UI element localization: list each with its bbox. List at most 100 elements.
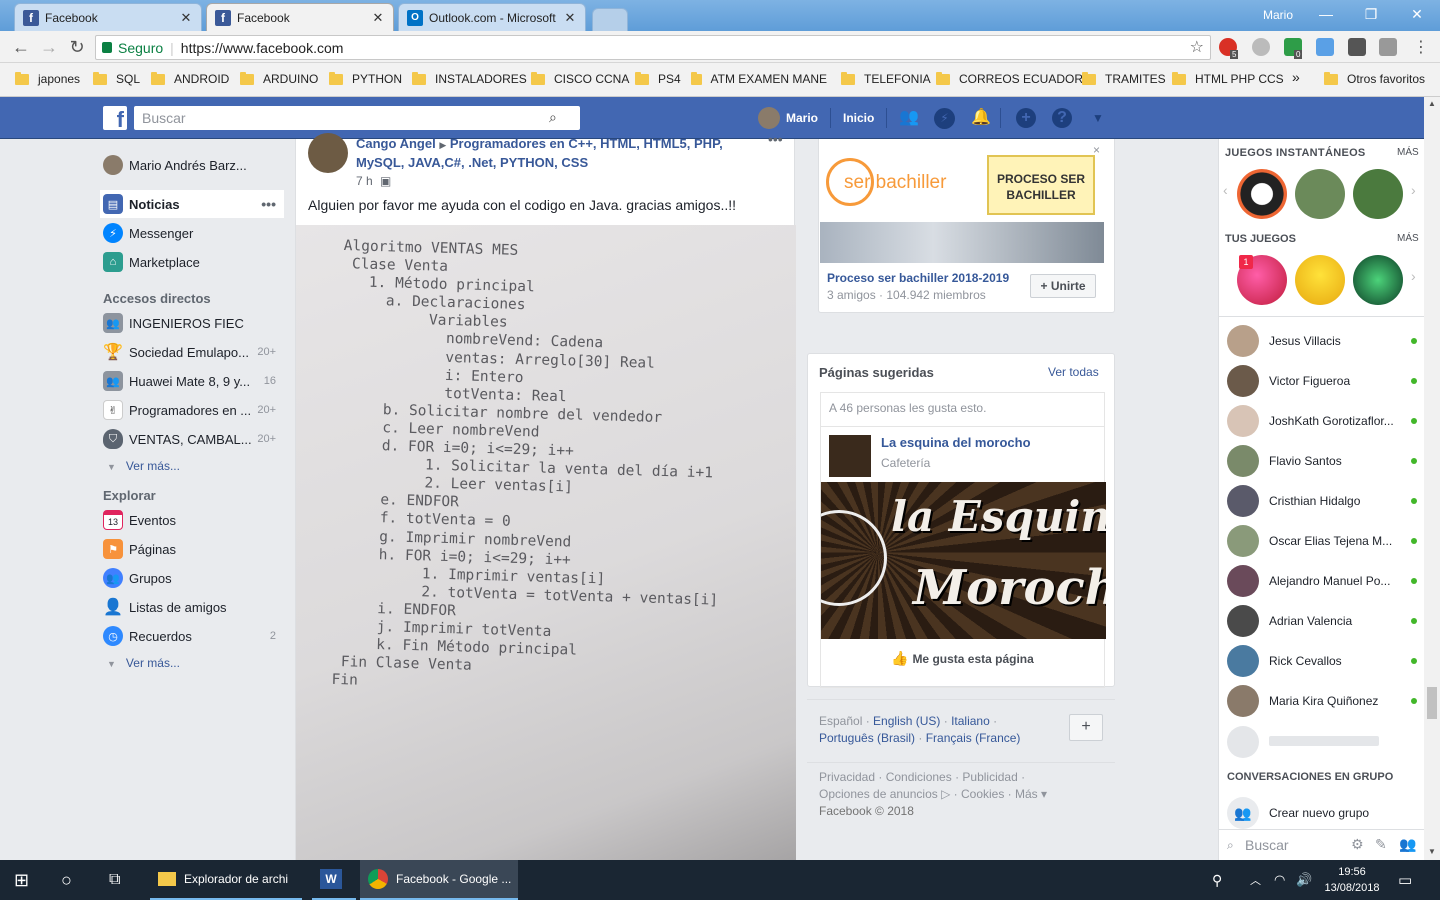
home-link[interactable]: Inicio xyxy=(843,111,874,125)
close-icon[interactable]: ✕ xyxy=(179,10,193,26)
bookmarks-overflow[interactable]: » xyxy=(1292,69,1300,85)
game-thumbnail[interactable] xyxy=(1353,255,1403,305)
extension-icon[interactable] xyxy=(1252,38,1270,56)
chevron-up-icon[interactable]: ︿ xyxy=(1250,860,1261,900)
chevron-left-icon[interactable]: ‹ xyxy=(1223,182,1228,198)
add-language-button[interactable]: + xyxy=(1069,714,1103,741)
chat-contact[interactable]: Adrian Valencia xyxy=(1227,603,1417,639)
avatar[interactable] xyxy=(758,107,780,129)
minimize-icon[interactable]: — xyxy=(1316,6,1336,22)
new-tab-button[interactable] xyxy=(592,8,628,31)
game-thumbnail[interactable] xyxy=(1353,169,1403,219)
scroll-down-icon[interactable]: ▼ xyxy=(1428,847,1436,856)
close-window-icon[interactable]: ✕ xyxy=(1407,6,1427,23)
game-thumbnail[interactable] xyxy=(1295,169,1345,219)
language-link[interactable]: Français (France) xyxy=(926,731,1021,745)
see-all-link[interactable]: Ver todas xyxy=(1048,365,1099,379)
chat-contact[interactable]: Maria Kira Quiñonez xyxy=(1227,683,1417,719)
chevron-right-icon[interactable]: › xyxy=(1411,182,1416,198)
bookmark-folder[interactable]: HTML PHP CCS xyxy=(1172,71,1284,86)
friend-requests-icon[interactable]: 👥 xyxy=(899,108,919,128)
game-thumbnail[interactable] xyxy=(1295,255,1345,305)
post-options-icon[interactable]: ••• xyxy=(768,131,783,147)
extension-icon[interactable] xyxy=(1379,38,1397,56)
close-icon[interactable]: ✕ xyxy=(563,10,577,26)
chat-contact[interactable]: JoshKath Gorotizaflor... xyxy=(1227,403,1417,439)
page-name[interactable]: La esquina del morocho xyxy=(881,435,1031,450)
bookmark-folder[interactable]: SQL xyxy=(93,71,140,86)
chevron-right-icon[interactable]: › xyxy=(1411,268,1416,284)
star-icon[interactable]: ☆ xyxy=(1190,37,1204,57)
create-icon[interactable]: + xyxy=(1016,108,1036,128)
profile-link[interactable]: Mario xyxy=(786,111,818,125)
chat-contact[interactable]: Cristhian Hidalgo xyxy=(1227,483,1417,519)
bookmark-folder[interactable]: CORREOS ECUADOR xyxy=(936,71,1083,86)
notifications-icon[interactable]: 🔔 xyxy=(971,108,991,128)
chat-contact[interactable]: Victor Figueroa xyxy=(1227,363,1417,399)
browser-tab-1[interactable]: f Facebook ✕ xyxy=(14,3,202,31)
bookmark-folder[interactable]: ATM EXAMEN MANE xyxy=(691,72,827,86)
instant-games-more[interactable]: MÁS xyxy=(1397,147,1419,158)
scroll-up-icon[interactable]: ▲ xyxy=(1428,99,1436,108)
explore-item[interactable]: 👥 Grupos xyxy=(100,564,284,592)
language-link[interactable]: Italiano xyxy=(951,714,990,728)
post-timestamp[interactable]: 7 h ▣ xyxy=(356,174,391,188)
shortcut-item[interactable]: 🏆 Sociedad Emulapo... 20+ xyxy=(100,338,284,366)
download-icon[interactable] xyxy=(1316,38,1334,56)
bookmark-folder[interactable]: PS4 xyxy=(635,71,681,86)
language-link[interactable]: Português (Brasil) xyxy=(819,731,915,745)
like-page-button[interactable]: 👍 Me gusta esta página xyxy=(891,650,1034,667)
help-icon[interactable]: ? xyxy=(1052,108,1072,128)
taskbar-app-word[interactable]: W xyxy=(312,860,356,900)
bookmark-folder[interactable]: TRAMITES xyxy=(1082,71,1166,86)
page-scrollbar[interactable]: ▲ ▼ xyxy=(1424,97,1440,860)
chevron-down-icon[interactable]: ▼ xyxy=(1088,108,1108,128)
bookmark-folder[interactable]: ARDUINO xyxy=(240,71,318,86)
search-icon[interactable]: ⌕ xyxy=(549,109,569,129)
chat-contact[interactable]: Rick Cevallos xyxy=(1227,643,1417,679)
url-text[interactable]: https://www.facebook.com xyxy=(181,40,344,56)
join-group-button[interactable]: + Unirte xyxy=(1030,274,1096,298)
task-view-icon[interactable]: ⧉ xyxy=(109,860,120,900)
bookmark-folder[interactable]: PYTHON xyxy=(329,71,402,86)
avatar[interactable] xyxy=(308,133,348,173)
search-input[interactable]: Buscar xyxy=(134,106,580,130)
reload-icon[interactable]: ↻ xyxy=(66,36,88,58)
shortcut-item[interactable]: 👥 INGENIEROS FIEC xyxy=(100,309,284,337)
group-cover-image[interactable]: ser bachiller PROCESO SER BACHILLER xyxy=(820,142,1104,263)
taskbar-app-explorer[interactable]: Explorador de archi xyxy=(150,860,302,900)
profile-name[interactable]: Mario xyxy=(1263,8,1293,22)
explore-item[interactable]: ◷ Recuerdos 2 xyxy=(100,622,284,650)
group-title[interactable]: Proceso ser bachiller 2018-2019 xyxy=(827,271,1009,285)
see-more-explore[interactable]: ▼ Ver más... xyxy=(107,656,180,670)
taskbar-app-chrome[interactable]: Facebook - Google ... xyxy=(360,860,518,900)
profile-shortcut[interactable]: Mario Andrés Barz... xyxy=(100,151,284,179)
bookmark-folder[interactable]: ANDROID xyxy=(151,71,229,86)
bookmark-folder[interactable]: INSTALADORES xyxy=(412,71,527,86)
bookmark-folder[interactable]: TELEFONIA xyxy=(841,71,931,86)
browser-tab-3[interactable]: O Outlook.com - Microsoft ✕ xyxy=(398,3,586,31)
people-icon[interactable]: ⚲ xyxy=(1212,860,1222,900)
bookmark-folder[interactable]: japones xyxy=(15,71,80,86)
explore-item[interactable]: 👤 Listas de amigos xyxy=(100,593,284,621)
game-8-ball-icon[interactable] xyxy=(1237,169,1287,219)
browser-tab-2[interactable]: f Facebook ✕ xyxy=(206,3,394,31)
language-link[interactable]: English (US) xyxy=(873,714,940,728)
explore-item[interactable]: 13 Eventos xyxy=(100,506,284,534)
compose-icon[interactable]: ✎ xyxy=(1375,836,1387,853)
new-group-icon[interactable]: 👥 xyxy=(1399,836,1416,853)
nav-messenger[interactable]: ⚡ Messenger xyxy=(100,219,284,247)
back-icon[interactable]: ← xyxy=(10,36,32,58)
network-icon[interactable]: ◠ xyxy=(1274,860,1285,900)
bookmark-folder[interactable]: CISCO CCNA xyxy=(531,71,629,86)
chat-contact[interactable]: Flavio Santos xyxy=(1227,443,1417,479)
gear-icon[interactable]: ⚙ xyxy=(1351,836,1364,853)
address-bar[interactable]: Seguro | https://www.facebook.com ☆ xyxy=(95,35,1211,60)
windows-start-icon[interactable]: ⊞ xyxy=(14,860,29,900)
create-group-button[interactable]: 👥 Crear nuevo grupo xyxy=(1227,795,1417,831)
cortana-icon[interactable]: ○ xyxy=(61,860,72,900)
page-cover-image[interactable]: la Esquina de Morocho xyxy=(821,482,1106,639)
shortcut-item[interactable]: 👥 Huawei Mate 8, 9 y... 16 xyxy=(100,367,284,395)
your-games-more[interactable]: MÁS xyxy=(1397,233,1419,244)
chat-contact[interactable]: Oscar Elias Tejena M... xyxy=(1227,523,1417,559)
